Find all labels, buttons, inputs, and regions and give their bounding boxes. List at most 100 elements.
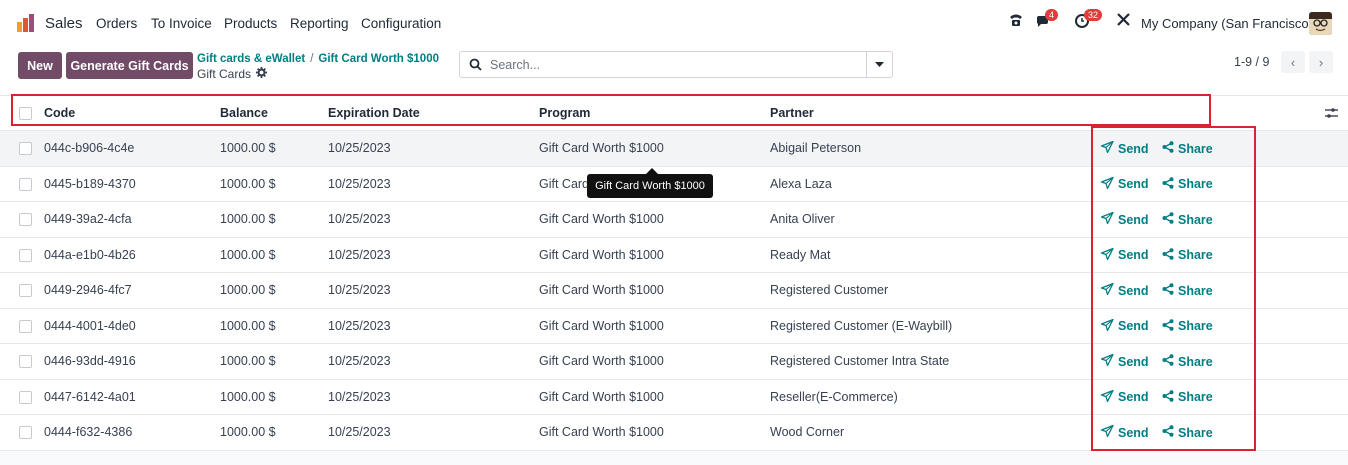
table-row[interactable]: 044a-e1b0-4b26 1000.00 $ 10/25/2023 Gift Ca… <box>0 237 1348 273</box>
search-input[interactable] <box>490 57 866 72</box>
send-label: Send <box>1118 283 1149 298</box>
row-checkbox[interactable] <box>19 213 32 226</box>
table-row[interactable]: 0449-2946-4fc7 1000.00 $ 10/25/2023 Gift Ca… <box>0 273 1348 309</box>
cell-code: 0446-93dd-4916 <box>44 354 136 368</box>
cell-program: Gift Card <box>539 176 590 191</box>
share-button[interactable]: Share <box>1162 212 1213 227</box>
optional-columns-toggle-icon[interactable] <box>1325 107 1338 122</box>
cell-code: 0444-4001-4de0 <box>44 318 136 333</box>
list-header: Code Balance Expiration Date Program Par… <box>0 95 1348 131</box>
phone-icon[interactable] <box>1008 12 1024 31</box>
row-checkbox[interactable] <box>19 426 32 439</box>
search-options-toggle[interactable] <box>866 52 892 77</box>
row-checkbox[interactable] <box>19 390 32 404</box>
send-button[interactable]: Send <box>1100 282 1149 298</box>
program-tooltip: Gift Card Worth $1000 <box>587 168 713 198</box>
share-label: Share <box>1178 283 1213 298</box>
company-switcher[interactable]: My Company (San Francisco) <box>1141 16 1313 31</box>
share-label: Share <box>1178 319 1213 333</box>
send-label: Send <box>1118 390 1149 404</box>
table-row[interactable]: 0449-39a2-4cfa 1000.00 $ 10/25/2023 Gift Ca… <box>0 202 1348 238</box>
table-row[interactable]: 0447-6142-4a01 1000.00 $ 10/25/2023 Gift Ca… <box>0 379 1348 415</box>
share-button[interactable]: Share <box>1162 389 1213 405</box>
cell-expiration-date: 10/25/2023 <box>328 212 391 226</box>
send-button[interactable]: Send <box>1100 140 1149 156</box>
breadcrumb-gift-cards-ewallet[interactable]: Gift cards & eWallet <box>197 53 305 65</box>
new-button[interactable]: New <box>18 52 62 79</box>
share-button[interactable]: Share <box>1162 247 1213 263</box>
share-button[interactable]: Share <box>1162 354 1213 369</box>
table-row[interactable]: 0444-4001-4de0 1000.00 $ 10/25/2023 Gift Ca… <box>0 308 1348 344</box>
row-checkbox[interactable] <box>19 177 32 191</box>
app-name[interactable]: Sales <box>45 15 83 32</box>
send-icon <box>1100 389 1114 405</box>
share-label: Share <box>1178 390 1213 404</box>
header-balance[interactable]: Balance <box>220 106 268 120</box>
list-footer <box>0 451 1348 465</box>
generate-gift-cards-button[interactable]: Generate Gift Cards <box>66 52 193 79</box>
table-row[interactable]: 044c-b906-4c4e 1000.00 $ 10/25/2023 Gift Ca… <box>0 131 1348 167</box>
cell-balance: 1000.00 $ <box>220 176 276 191</box>
share-button[interactable]: Share <box>1162 176 1213 192</box>
send-button[interactable]: Send <box>1100 247 1149 263</box>
share-icon <box>1162 283 1174 298</box>
cell-program: Gift Card Worth $1000 <box>539 425 664 439</box>
messages-icon[interactable]: 4 <box>1035 9 1059 31</box>
header-expiration-date[interactable]: Expiration Date <box>328 106 420 120</box>
user-avatar[interactable] <box>1309 12 1332 35</box>
cell-balance: 1000.00 $ <box>220 318 276 333</box>
breadcrumb-separator: / <box>310 53 314 65</box>
share-button[interactable]: Share <box>1162 425 1213 440</box>
share-icon <box>1162 389 1174 405</box>
gear-icon[interactable] <box>256 67 268 81</box>
select-all-checkbox[interactable] <box>19 107 32 120</box>
send-icon <box>1100 353 1114 369</box>
breadcrumb-program[interactable]: Gift Card Worth $1000 <box>318 53 439 65</box>
cell-expiration-date: 10/25/2023 <box>328 141 391 155</box>
cell-code: 0445-b189-4370 <box>44 176 136 191</box>
header-code[interactable]: Code <box>44 106 75 120</box>
row-checkbox[interactable] <box>19 248 32 262</box>
menu-products[interactable]: Products <box>224 16 277 31</box>
pager-next-button[interactable]: › <box>1309 51 1333 73</box>
tools-icon[interactable] <box>1116 12 1131 30</box>
cell-code: 044c-b906-4c4e <box>44 141 135 155</box>
cell-expiration-date: 10/25/2023 <box>328 354 391 368</box>
pager-previous-button[interactable]: ‹ <box>1281 51 1305 73</box>
share-icon <box>1162 247 1174 263</box>
share-icon <box>1162 176 1174 192</box>
send-button[interactable]: Send <box>1100 389 1149 405</box>
breadcrumb-current: Gift Cards <box>197 67 252 81</box>
header-partner[interactable]: Partner <box>770 106 814 120</box>
sales-app-icon[interactable] <box>17 14 37 32</box>
row-checkbox[interactable] <box>19 284 32 297</box>
cell-partner: Wood Corner <box>770 425 845 439</box>
share-button[interactable]: Share <box>1162 283 1213 298</box>
search-bar <box>459 51 893 78</box>
row-checkbox[interactable] <box>19 142 32 155</box>
menu-reporting[interactable]: Reporting <box>290 16 349 31</box>
cell-balance: 1000.00 $ <box>220 247 276 262</box>
share-icon <box>1162 141 1174 156</box>
send-button[interactable]: Send <box>1100 353 1149 369</box>
row-checkbox[interactable] <box>19 319 32 333</box>
send-button[interactable]: Send <box>1100 176 1149 192</box>
table-row[interactable]: 0446-93dd-4916 1000.00 $ 10/25/2023 Gift Ca… <box>0 344 1348 380</box>
menu-orders[interactable]: Orders <box>96 16 137 31</box>
send-button[interactable]: Send <box>1100 318 1149 334</box>
send-button[interactable]: Send <box>1100 424 1149 440</box>
share-button[interactable]: Share <box>1162 141 1213 156</box>
cell-partner: Registered Customer <box>770 283 889 297</box>
activities-icon[interactable]: 32 <box>1074 9 1103 31</box>
menu-to-invoice[interactable]: To Invoice <box>151 16 212 31</box>
share-button[interactable]: Share <box>1162 318 1213 334</box>
menu-configuration[interactable]: Configuration <box>361 16 441 31</box>
pager-value[interactable]: 1-9 / 9 <box>1234 55 1269 69</box>
share-label: Share <box>1178 141 1213 156</box>
header-program[interactable]: Program <box>539 106 590 120</box>
row-checkbox[interactable] <box>19 355 32 368</box>
table-row[interactable]: 0444-f632-4386 1000.00 $ 10/25/2023 Gift Ca… <box>0 415 1348 451</box>
share-label: Share <box>1178 248 1213 262</box>
share-icon <box>1162 318 1174 334</box>
send-button[interactable]: Send <box>1100 211 1149 227</box>
